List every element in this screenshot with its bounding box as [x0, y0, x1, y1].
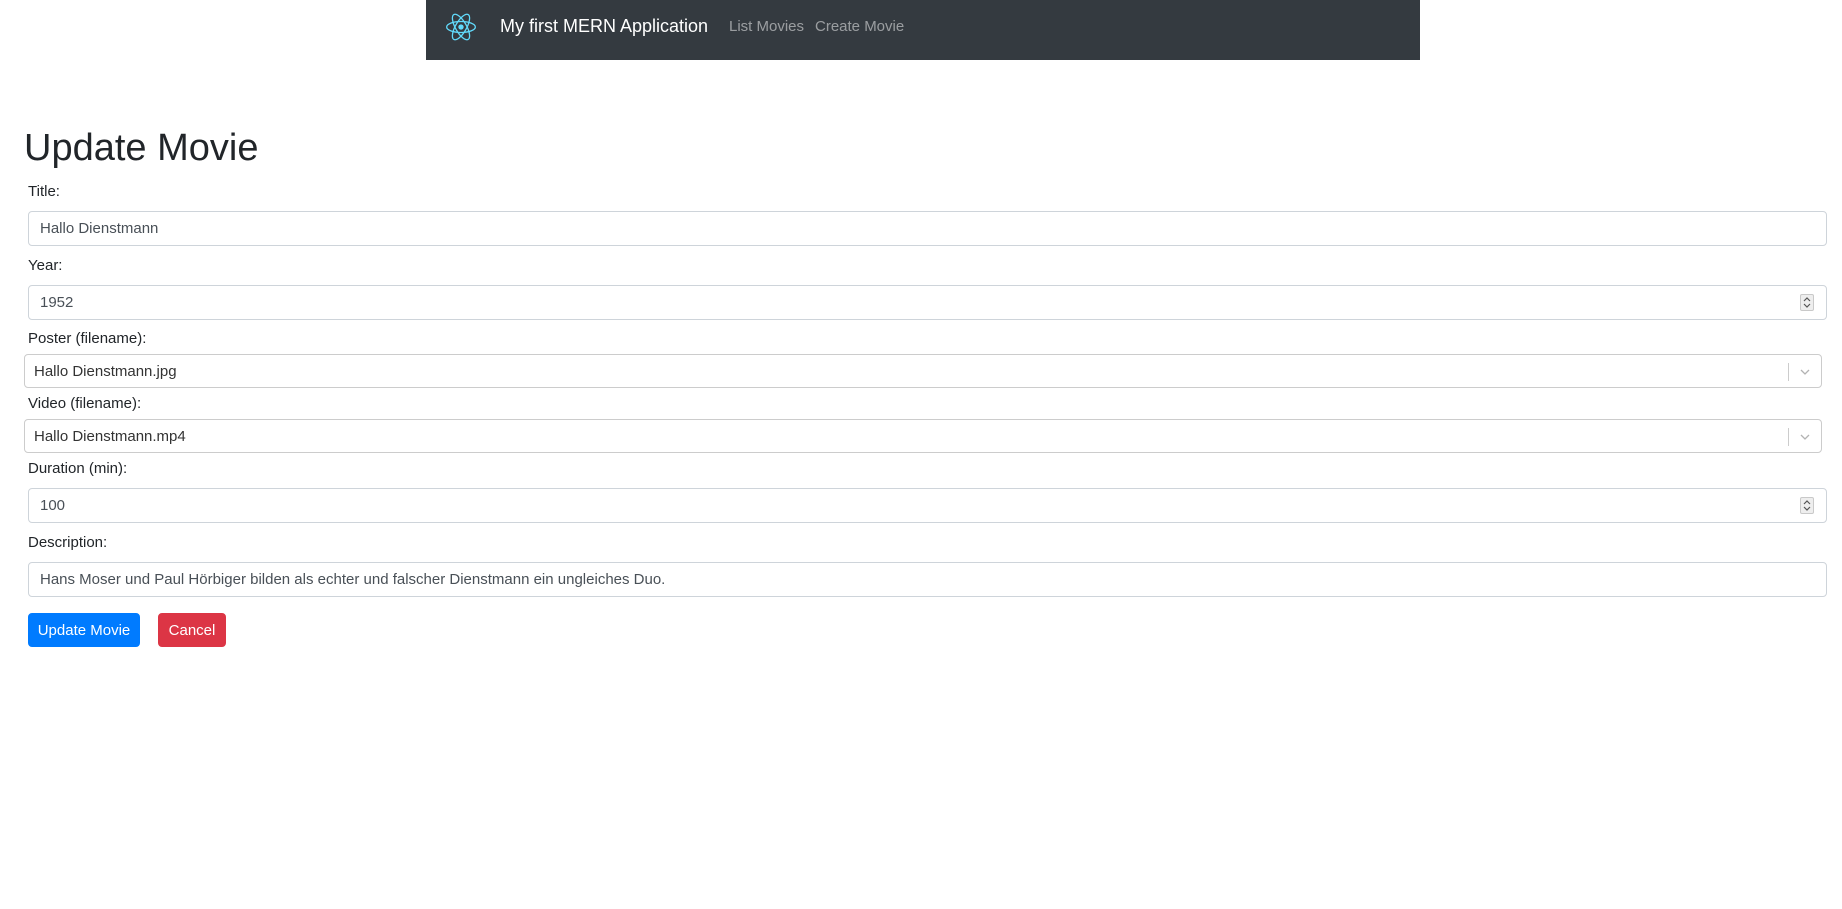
video-label: Video (filename):	[28, 395, 142, 412]
update-movie-button[interactable]: Update Movie	[28, 613, 140, 647]
chevron-down-icon[interactable]	[1797, 429, 1813, 445]
navbar: My first MERN Application List Movies Cr…	[426, 0, 1420, 60]
nav-link-list-movies[interactable]: List Movies	[729, 18, 804, 35]
duration-input-value: 100	[40, 497, 66, 514]
duration-label: Duration (min):	[28, 460, 128, 477]
year-input-value: 1952	[40, 294, 74, 311]
duration-spinner-icon[interactable]	[1800, 497, 1814, 514]
video-select-separator	[1788, 428, 1789, 446]
title-input-value: Hallo Dienstmann	[40, 220, 159, 237]
video-select[interactable]: Hallo Dienstmann.mp4	[24, 419, 1822, 453]
cancel-button[interactable]: Cancel	[158, 613, 226, 647]
video-select-value: Hallo Dienstmann.mp4	[34, 427, 186, 445]
duration-input[interactable]: 100	[28, 488, 1827, 523]
page-title: Update Movie	[24, 127, 259, 169]
react-logo-icon[interactable]	[446, 12, 476, 42]
navbar-brand[interactable]: My first MERN Application	[500, 16, 708, 37]
title-label: Title:	[28, 183, 60, 200]
description-input[interactable]: Hans Moser und Paul Hörbiger bilden als …	[28, 562, 1827, 597]
year-spinner-icon[interactable]	[1800, 294, 1814, 311]
year-label: Year:	[28, 257, 63, 274]
title-input[interactable]: Hallo Dienstmann	[28, 211, 1827, 246]
year-input[interactable]: 1952	[28, 285, 1827, 320]
poster-select-separator	[1788, 363, 1789, 381]
description-input-value: Hans Moser und Paul Hörbiger bilden als …	[40, 571, 666, 588]
poster-select[interactable]: Hallo Dienstmann.jpg	[24, 354, 1822, 388]
nav-link-create-movie[interactable]: Create Movie	[815, 18, 904, 35]
description-label: Description:	[28, 534, 108, 551]
chevron-down-icon[interactable]	[1797, 364, 1813, 380]
poster-select-value: Hallo Dienstmann.jpg	[34, 362, 177, 380]
poster-label: Poster (filename):	[28, 330, 147, 347]
